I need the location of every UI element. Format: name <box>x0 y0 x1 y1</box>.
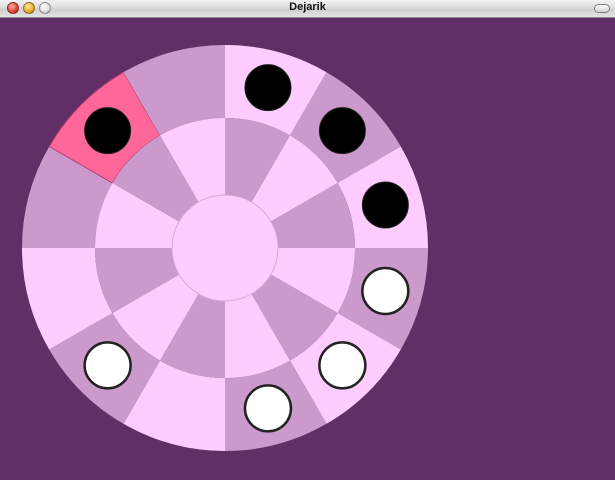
window-title: Dejarik <box>289 1 326 13</box>
toolbar-toggle-button[interactable] <box>594 4 610 13</box>
white-piece-6[interactable] <box>243 384 293 433</box>
dejarik-window: Dejarik <box>0 0 615 480</box>
white-piece-4[interactable] <box>361 266 410 316</box>
black-piece-3[interactable] <box>84 107 132 155</box>
white-piece-7[interactable] <box>83 341 132 390</box>
dejarik-board[interactable] <box>0 18 615 480</box>
center-cell[interactable] <box>171 194 279 302</box>
white-piece-5[interactable] <box>318 341 367 390</box>
title-bar[interactable]: Dejarik <box>0 0 615 18</box>
black-piece-1[interactable] <box>318 107 366 155</box>
black-piece-0[interactable] <box>244 64 292 112</box>
black-piece-2[interactable] <box>361 181 409 229</box>
